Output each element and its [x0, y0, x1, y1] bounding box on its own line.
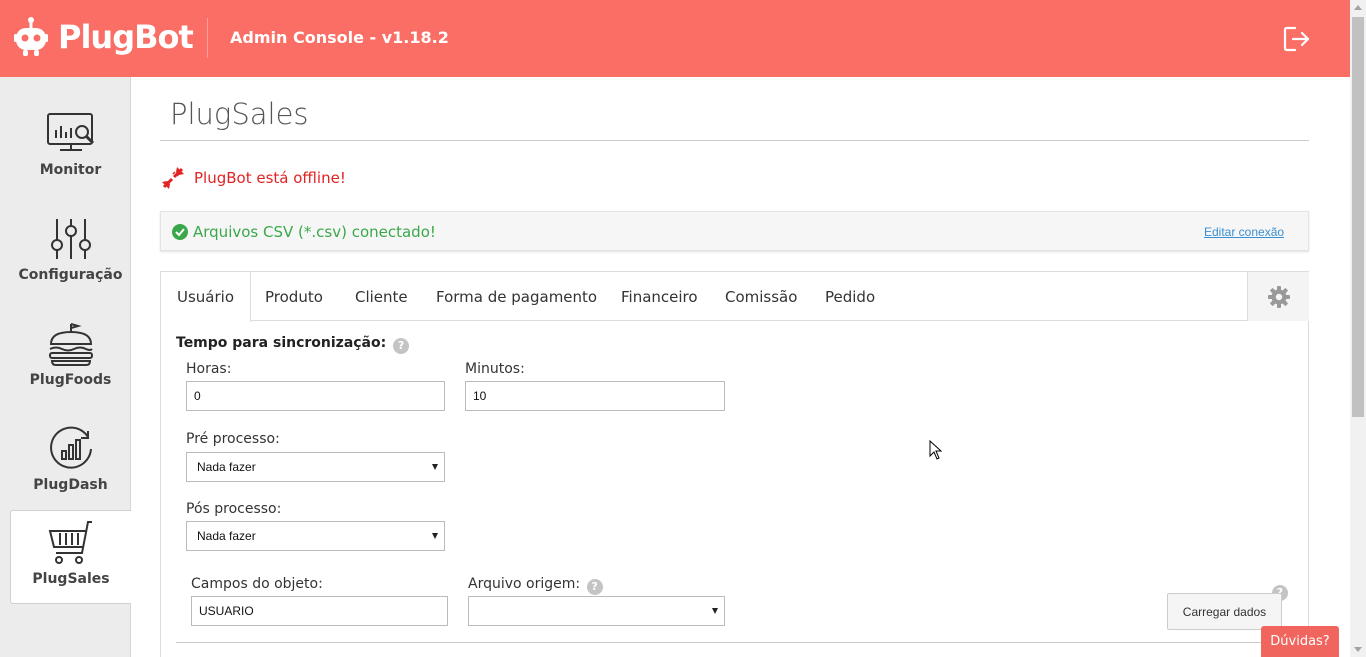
sidebar-item-label: PlugSales — [32, 571, 110, 587]
sidebar-item-monitor[interactable]: Monitor — [10, 102, 131, 197]
source-file-select[interactable] — [468, 596, 725, 626]
sliders-icon — [50, 219, 91, 259]
pre-process-select[interactable]: Nada fazer — [186, 452, 445, 482]
scroll-down-arrow-icon[interactable] — [1354, 647, 1362, 652]
monitor-chart-icon — [46, 113, 94, 151]
source-help-icon[interactable]: ? — [586, 579, 603, 595]
sidebar-item-label: PlugFoods — [29, 372, 112, 388]
minutes-input[interactable]: 10 — [465, 381, 725, 411]
brand-logo[interactable]: PlugBot — [14, 16, 194, 58]
dashboard-chart-icon — [49, 426, 92, 469]
chevron-down-icon — [432, 533, 438, 539]
check-circle-icon — [172, 224, 188, 240]
pre-process-label: Pré processo: — [186, 431, 280, 447]
load-data-button[interactable]: Carregar dados — [1167, 593, 1282, 630]
disconnected-plug-icon — [162, 167, 184, 189]
header-divider — [207, 18, 208, 58]
form-bottom-divider — [176, 642, 1309, 643]
help-chat-button[interactable]: Dúvidas? — [1261, 626, 1339, 657]
brand-name: PlugBot — [58, 18, 194, 56]
sidebar-item-plugfoods[interactable]: PlugFoods — [10, 312, 131, 407]
edit-connection-link[interactable]: Editar conexão — [1204, 225, 1284, 239]
sidebar-item-label: Configuração — [18, 267, 123, 283]
sync-help-icon[interactable]: ? — [393, 338, 410, 354]
minutes-label: Minutos: — [465, 361, 525, 377]
tab-financeiro[interactable]: Financeiro — [621, 272, 698, 321]
connection-message: Arquivos CSV (*.csv) conectado! — [193, 223, 436, 241]
settings-tab[interactable] — [1247, 272, 1309, 321]
pre-process-value: Nada fazer — [197, 460, 256, 474]
post-process-label: Pós processo: — [186, 501, 282, 517]
sidebar-item-plugdash[interactable]: PlugDash — [10, 417, 131, 512]
sync-time-label: Tempo para sincronização: ? — [176, 335, 410, 354]
source-file-text: Arquivo origem: — [468, 576, 581, 592]
object-fields-label: Campos do objeto: — [191, 576, 323, 592]
shopping-cart-icon — [48, 521, 92, 564]
sidebar-item-label: PlugDash — [33, 477, 108, 493]
logout-button[interactable] — [1283, 26, 1311, 52]
sidebar: Monitor Configuração PlugFoods PlugDash — [0, 77, 131, 657]
post-process-value: Nada fazer — [197, 529, 256, 543]
sidebar-item-plugsales[interactable]: PlugSales — [10, 510, 131, 604]
logout-icon — [1283, 26, 1310, 52]
object-fields-input[interactable]: USUARIO — [191, 596, 448, 626]
connection-status-box: Arquivos CSV (*.csv) conectado! Editar c… — [160, 211, 1309, 251]
burger-icon — [48, 323, 93, 366]
sync-time-text: Tempo para sincronização: — [176, 335, 387, 351]
tab-bar: Usuário Produto Cliente Forma de pagamen… — [161, 272, 1309, 322]
sidebar-item-label: Monitor — [39, 162, 102, 178]
tab-forma-de-pagamento[interactable]: Forma de pagamento — [436, 272, 597, 321]
page-title: PlugSales — [170, 97, 309, 131]
tab-cliente[interactable]: Cliente — [355, 272, 408, 321]
tab-comissao[interactable]: Comissão — [725, 272, 797, 321]
robot-icon — [14, 17, 48, 56]
tab-usuario[interactable]: Usuário — [161, 272, 252, 322]
scroll-up-arrow-icon[interactable] — [1354, 5, 1362, 10]
offline-message: PlugBot está offline! — [194, 169, 346, 187]
source-file-label: Arquivo origem: ? — [468, 576, 603, 595]
mouse-cursor-icon — [929, 440, 943, 460]
hours-input[interactable]: 0 — [186, 381, 445, 411]
scroll-thumb[interactable] — [1352, 17, 1364, 417]
console-title: Admin Console - v1.18.2 — [230, 28, 449, 47]
tab-pedido[interactable]: Pedido — [825, 272, 875, 321]
chevron-down-icon — [432, 464, 438, 470]
gear-icon — [1267, 285, 1290, 308]
page-scrollbar[interactable] — [1350, 0, 1366, 657]
offline-status: PlugBot está offline! — [160, 165, 346, 191]
tab-produto[interactable]: Produto — [265, 272, 323, 321]
top-bar: PlugBot Admin Console - v1.18.2 — [0, 0, 1350, 77]
post-process-select[interactable]: Nada fazer — [186, 521, 445, 551]
sidebar-item-configuracao[interactable]: Configuração — [10, 207, 131, 302]
title-divider — [160, 140, 1309, 141]
hours-label: Horas: — [186, 361, 232, 377]
chevron-down-icon — [712, 608, 718, 614]
